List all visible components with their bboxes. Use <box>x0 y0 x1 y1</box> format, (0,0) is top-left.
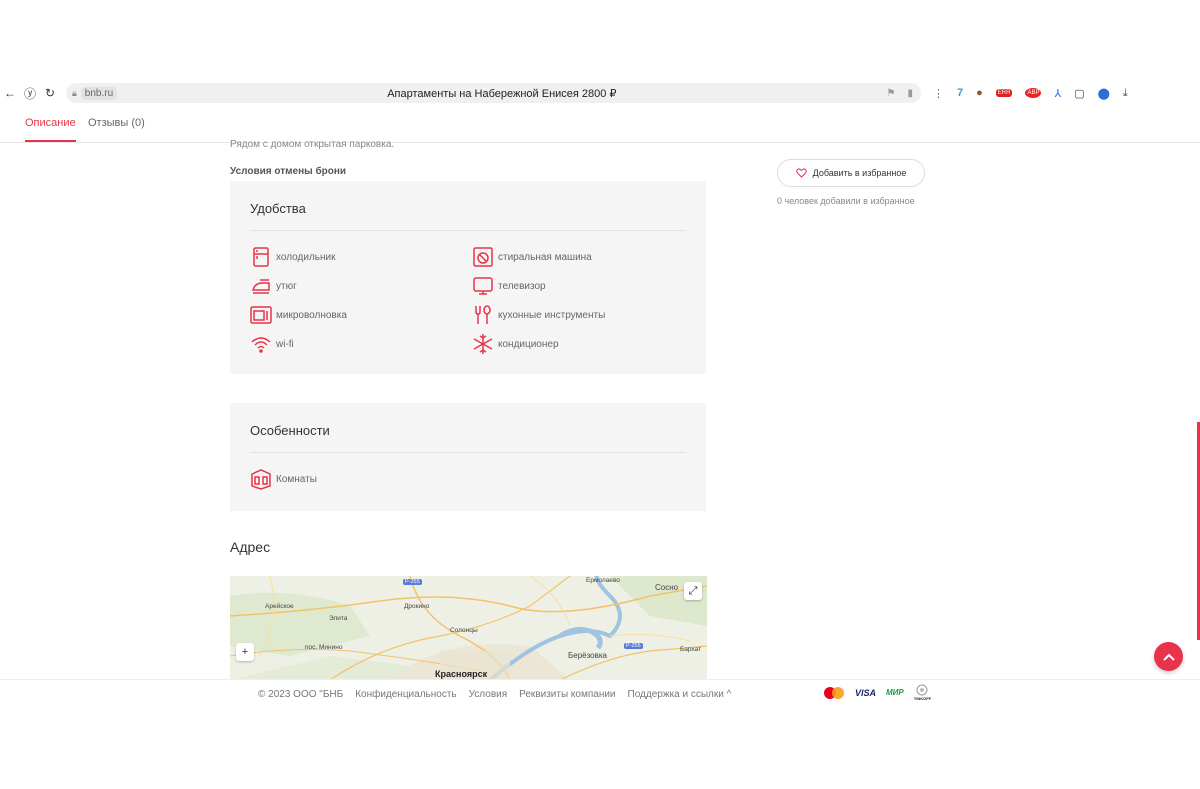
tinkoff-logo: TINKOFF <box>914 684 931 701</box>
map-label: Бархат <box>680 646 702 653</box>
active-tab-indicator <box>25 140 76 142</box>
map-label: Элита <box>329 615 348 622</box>
extension-doc-icon[interactable]: ▢ <box>1074 87 1084 100</box>
tv-icon <box>473 277 493 295</box>
amenity-item: микроволновка <box>250 304 347 326</box>
translate-icon[interactable]: ⚑ <box>887 88 896 99</box>
amenity-item: кондиционер <box>472 333 559 355</box>
extensions-bar: ⋮ 7 ● ERR ABP ⅄ ▢ ⬤ ⤓ <box>933 87 1128 100</box>
amenities-title: Удобства <box>250 201 306 216</box>
visa-logo: VISA <box>855 687 877 698</box>
map-label: Ермолаево <box>586 577 620 584</box>
wifi-icon <box>251 337 271 353</box>
extension-cookie-icon[interactable]: ● <box>976 87 983 99</box>
extension-translate-icon[interactable]: 7 <box>957 87 963 99</box>
download-icon[interactable]: ⤓ <box>1123 87 1128 100</box>
map-label: Солонцы <box>450 627 478 634</box>
washing-machine-icon <box>473 247 493 267</box>
description-text: Рядом с домом открытая парковка. <box>230 139 395 149</box>
fridge-icon <box>253 247 269 267</box>
amenity-label: стиральная машина <box>498 251 592 263</box>
zoom-in-button[interactable]: + <box>236 643 254 661</box>
tab-description[interactable]: Описание <box>25 117 76 129</box>
browser-toolbar: ← ⓨ ↻ 🔒︎ bnb.ru Апартаменты на Набережно… <box>0 80 1200 106</box>
description-tabs: Описание Отзывы (0) <box>0 106 1200 143</box>
mastercard-icon <box>824 686 844 699</box>
footer-link-terms[interactable]: Условия <box>469 689 508 700</box>
reload-icon[interactable]: ↻ <box>40 86 60 100</box>
rooms-icon <box>251 469 271 490</box>
scroll-to-top-button[interactable] <box>1154 642 1183 671</box>
amenities-panel: Удобства холодильник стиральная машина у… <box>230 181 706 374</box>
mir-logo: МИР <box>886 688 904 697</box>
features-panel: Особенности Комнаты <box>230 403 706 511</box>
divider <box>250 452 686 453</box>
map-city-label: Красноярск <box>435 669 488 679</box>
amenity-item: телевизор <box>472 275 546 297</box>
footer-link-company[interactable]: Реквизиты компании <box>519 689 615 700</box>
footer: © 2023 ООО "БНБ Конфиденциальность Услов… <box>0 679 1200 709</box>
road-badge: Р-255 <box>624 643 643 649</box>
road-badge: Р-255 <box>403 579 422 585</box>
amenity-label: холодильник <box>276 251 336 263</box>
kitchen-tools-icon <box>475 305 491 324</box>
page-title: Апартаменты на Набережной Енисея 2800 ₽ <box>387 87 617 100</box>
address-title: Адрес <box>230 539 271 555</box>
footer-links: © 2023 ООО "БНБ Конфиденциальность Услов… <box>258 689 731 700</box>
footer-link-support[interactable]: Поддержка и ссылки ^ <box>628 689 732 700</box>
amenity-label: утюг <box>276 280 297 292</box>
amenity-item: стиральная машина <box>472 246 592 268</box>
adblock-icon[interactable]: ABP <box>1025 88 1042 98</box>
microwave-icon <box>250 306 272 324</box>
lock-icon: 🔒︎ <box>72 87 77 98</box>
amenity-item: wi-fi <box>250 333 294 355</box>
payment-logos: VISA МИР TINKOFF <box>823 684 931 701</box>
footer-link-privacy[interactable]: Конфиденциальность <box>355 689 456 700</box>
map-label: пос. Минино <box>305 644 343 651</box>
amenity-label: телевизор <box>498 280 546 292</box>
amenity-item: утюг <box>250 275 297 297</box>
menu-dots-icon[interactable]: ⋮ <box>933 87 944 100</box>
amenity-item: кухонные инструменты <box>472 304 605 326</box>
feature-label: Комнаты <box>276 473 317 485</box>
heart-icon <box>795 168 807 178</box>
map-label: Арейское <box>265 603 294 610</box>
back-icon[interactable]: ← <box>0 86 20 100</box>
divider <box>250 230 686 231</box>
favorites-count: 0 человек добавили в избранное <box>777 196 915 206</box>
yandex-icon[interactable]: ⓨ <box>20 85 40 102</box>
amenity-label: микроволновка <box>276 309 347 321</box>
iron-icon <box>252 279 270 294</box>
snowflake-icon <box>473 334 493 354</box>
extension-vpn-icon[interactable]: ⬤ <box>1098 87 1110 100</box>
cancel-conditions-title[interactable]: Условия отмены брони <box>230 166 346 177</box>
amenity-label: wi-fi <box>276 338 294 350</box>
features-title: Особенности <box>250 423 330 438</box>
add-to-favorites-button[interactable]: Добавить в избранное <box>777 159 925 187</box>
chevron-up-icon <box>1162 653 1175 661</box>
extension-err-icon[interactable]: ERR <box>995 89 1013 97</box>
map-label: Берёзовка <box>568 651 607 660</box>
fullscreen-icon[interactable]: ⤢ <box>684 582 702 600</box>
feature-item: Комнаты <box>250 468 317 490</box>
add-to-favorites-label: Добавить в избранное <box>812 168 907 178</box>
url-text[interactable]: bnb.ru <box>80 86 118 100</box>
extension-person-icon[interactable]: ⅄ <box>1054 87 1061 100</box>
page: ← ⓨ ↻ 🔒︎ bnb.ru Апартаменты на Набережно… <box>0 0 1200 789</box>
amenity-item: холодильник <box>250 246 335 268</box>
map-label: Сосно <box>655 583 679 592</box>
copyright: © 2023 ООО "БНБ <box>258 689 344 700</box>
map-label: Дрокино <box>404 603 430 610</box>
tinkoff-shield-icon <box>916 684 928 696</box>
address-bar[interactable]: 🔒︎ bnb.ru Апартаменты на Набережной Енис… <box>66 83 921 103</box>
amenity-label: кондиционер <box>498 338 559 350</box>
tab-reviews[interactable]: Отзывы (0) <box>88 117 145 129</box>
amenity-label: кухонные инструменты <box>498 309 606 321</box>
map[interactable]: Арейское Элита Дрокино Солонцы Ермолаево… <box>230 576 707 680</box>
bookmark-icon[interactable]: ▮ <box>907 88 913 99</box>
tinkoff-label: TINKOFF <box>913 696 932 701</box>
